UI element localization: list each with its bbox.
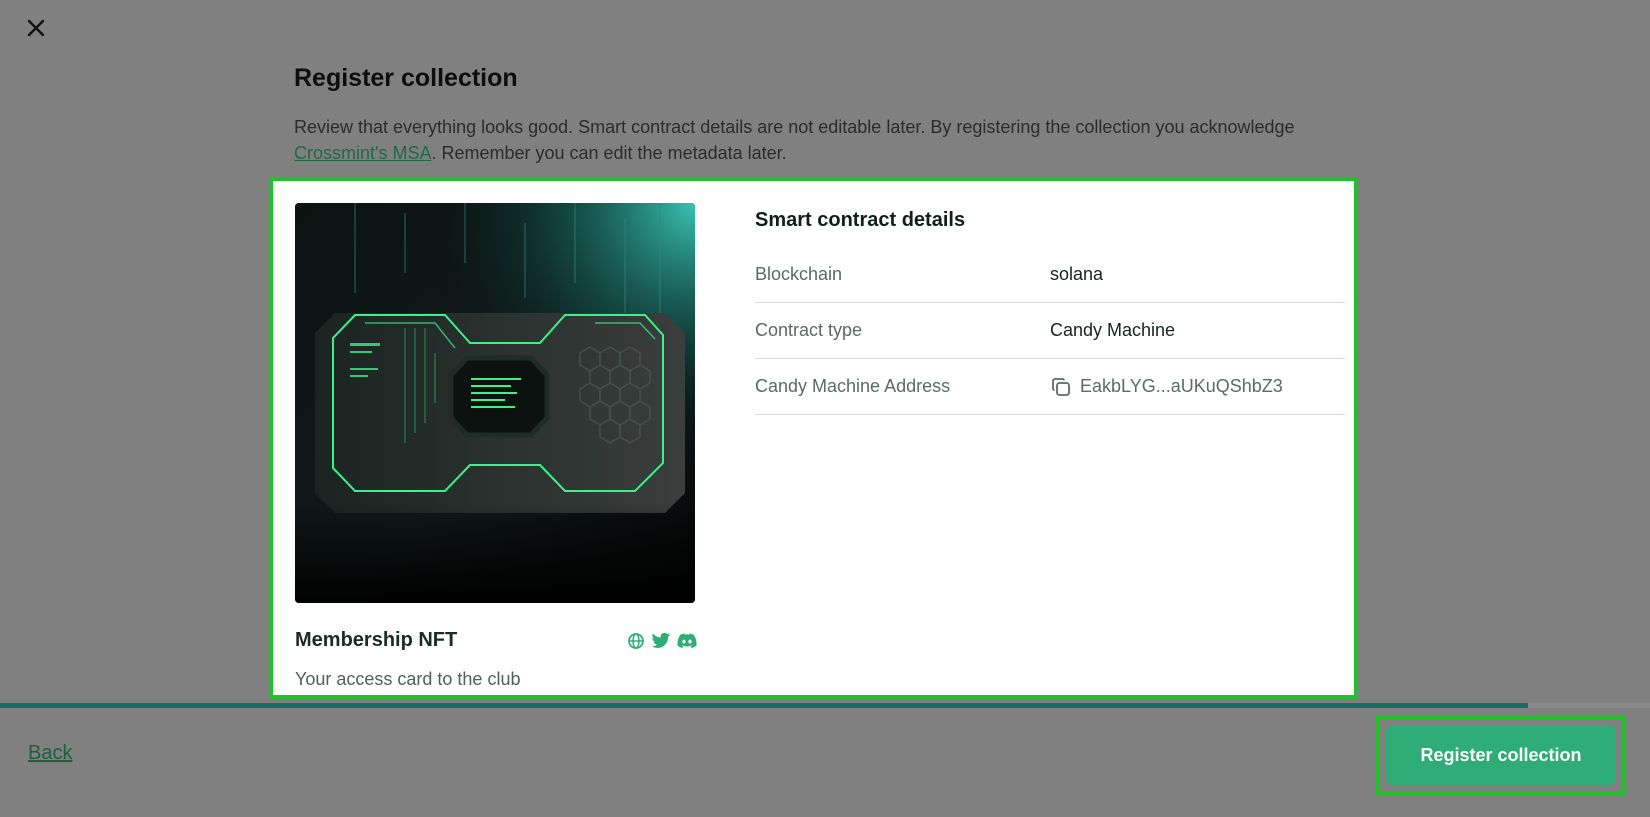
- register-button-highlight: Register collection: [1376, 715, 1626, 795]
- intro-text: Review that everything looks good. Smart…: [294, 114, 1374, 166]
- review-card: Membership NFT Your access card to the c…: [269, 177, 1358, 699]
- detail-row-contract-type: Contract type Candy Machine: [755, 303, 1345, 359]
- progress-fill: [0, 703, 1528, 708]
- close-button[interactable]: [22, 14, 50, 42]
- page-title: Register collection: [294, 64, 518, 92]
- candy-machine-address[interactable]: EakbLYG...aUKuQShbZ3: [1080, 376, 1283, 397]
- discord-icon[interactable]: [677, 633, 697, 649]
- detail-row-blockchain: Blockchain solana: [755, 247, 1345, 303]
- detail-label: Blockchain: [755, 264, 843, 284]
- twitter-icon[interactable]: [651, 632, 671, 650]
- back-button[interactable]: Back: [28, 742, 72, 765]
- detail-value: Candy Machine: [1050, 320, 1176, 340]
- address-value: EakbLYG...aUKuQShbZ3: [1050, 376, 1283, 398]
- collection-name: Membership NFT: [295, 629, 458, 651]
- contract-details: Smart contract details Blockchain solana…: [755, 207, 1345, 415]
- detail-label: Contract type: [755, 320, 863, 340]
- register-collection-button[interactable]: Register collection: [1386, 725, 1616, 785]
- copy-icon[interactable]: [1050, 376, 1072, 398]
- msa-link[interactable]: Crossmint's MSA: [294, 143, 431, 163]
- globe-icon[interactable]: [627, 632, 645, 650]
- close-icon: [27, 19, 45, 37]
- nft-image: [295, 203, 695, 603]
- detail-row-address: Candy Machine Address EakbLYG...aUKuQShb…: [755, 359, 1345, 415]
- nft-artwork: [295, 203, 695, 603]
- intro-text-start: Review that everything looks good. Smart…: [294, 117, 1295, 137]
- social-links: [625, 630, 697, 652]
- detail-value: solana: [1050, 264, 1104, 284]
- intro-text-end: . Remember you can edit the metadata lat…: [431, 143, 787, 163]
- progress-bar: [0, 703, 1650, 708]
- detail-label: Candy Machine Address: [755, 376, 951, 396]
- contract-details-title: Smart contract details: [755, 209, 966, 231]
- collection-description: Your access card to the club: [295, 669, 521, 689]
